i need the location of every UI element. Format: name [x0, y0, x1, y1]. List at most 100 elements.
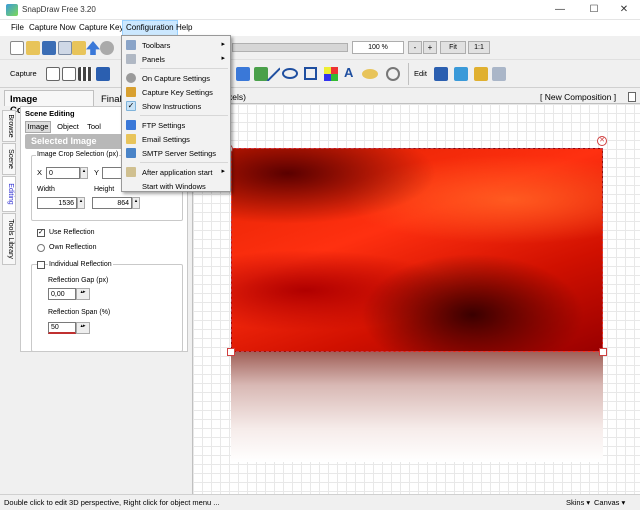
app-icon [6, 4, 18, 16]
upload-icon[interactable] [86, 41, 100, 55]
status-bar: Double click to edit 3D perspective, Rig… [0, 494, 640, 510]
line-tool-icon[interactable] [266, 67, 280, 81]
canvas-menu[interactable]: Canvas ▾ [594, 498, 625, 507]
capture-window-icon[interactable] [46, 67, 60, 81]
maximize-button[interactable]: ☐ [578, 0, 610, 20]
menu-item-toolbars-label: Toolbars [142, 41, 171, 50]
menu-file[interactable]: File [8, 20, 27, 36]
reflection-span-spinner[interactable]: ▴▸ [76, 322, 90, 334]
edit-box-icon[interactable] [454, 67, 468, 81]
tab-image[interactable]: Image [25, 121, 51, 133]
menu-item-toolbars[interactable]: Toolbars ▸ [122, 38, 230, 52]
edit-label: Edit [414, 69, 427, 78]
configuration-menu: Toolbars ▸ Panels ▸ On Capture Settings … [121, 35, 231, 192]
reflection-gap-spinner[interactable]: ▴▸ [76, 288, 90, 300]
x-spinner[interactable]: ▴ [80, 167, 88, 179]
menu-item-on-capture-settings[interactable]: On Capture Settings [122, 71, 230, 85]
lock-icon[interactable] [474, 67, 488, 81]
height-spinner[interactable]: ▴ [132, 197, 140, 209]
zoom-level[interactable]: 100 % [352, 41, 404, 54]
menu-help[interactable]: Help [173, 20, 195, 36]
text-tool-icon[interactable]: A [344, 65, 353, 80]
menu-item-capture-key-settings[interactable]: Capture Key Settings [122, 85, 230, 99]
image-reflection [231, 352, 603, 462]
close-button[interactable]: ✕ [608, 0, 640, 20]
blur-tool-icon[interactable] [386, 67, 400, 81]
menu-separator [140, 162, 228, 163]
new-document-icon[interactable] [628, 92, 636, 102]
selected-image[interactable] [231, 148, 603, 352]
crop-group-label: Image Crop Selection (px) [36, 151, 120, 158]
tab-image-composition[interactable]: Image Composition [4, 90, 94, 116]
zoom-in-button[interactable]: + [423, 41, 437, 54]
new-icon[interactable] [10, 41, 24, 55]
minimize-button[interactable]: — [544, 0, 576, 20]
use-reflection-checkbox[interactable]: ✓ [37, 229, 45, 237]
capture-area-icon[interactable] [78, 67, 92, 81]
save-icon[interactable] [42, 41, 56, 55]
individual-reflection-checkbox[interactable] [37, 261, 45, 269]
tab-editing-label: Editing [7, 183, 14, 205]
skins-menu[interactable]: Skins ▾ [566, 498, 590, 507]
canvas-header: xels) [ New Composition ] [192, 90, 640, 104]
status-text: Double click to edit 3D perspective, Rig… [4, 498, 220, 507]
reflection-gap-input[interactable] [48, 288, 76, 300]
capture-screen-icon[interactable] [96, 67, 110, 81]
edit-3d-icon[interactable] [434, 67, 448, 81]
ellipse-tool-icon[interactable] [282, 68, 298, 79]
shape-tool-icon[interactable] [254, 67, 268, 81]
panels-icon [126, 54, 136, 64]
width-input[interactable] [37, 197, 77, 209]
tab-browse[interactable]: Browse [2, 110, 16, 142]
menu-item-start-with-windows[interactable]: Start with Windows [122, 179, 230, 193]
canvas-area[interactable]: ✕ [192, 104, 640, 494]
menu-item-email-settings[interactable]: Email Settings [122, 132, 230, 146]
effects-icon[interactable] [492, 67, 506, 81]
tab-object[interactable]: Object [55, 121, 81, 133]
menu-item-smtp-server-settings[interactable]: SMTP Server Settings [122, 146, 230, 160]
reflection-span-input[interactable] [48, 322, 76, 334]
height-input[interactable] [92, 197, 132, 209]
tab-tools-library-label: Tools Library [7, 219, 14, 259]
fit-button[interactable]: Fit [440, 41, 466, 54]
menu-item-start-with-windows-label: Start with Windows [142, 182, 206, 191]
image-tool-icon[interactable] [236, 67, 250, 81]
capture-region-icon[interactable] [62, 67, 76, 81]
tab-tool[interactable]: Tool [83, 121, 105, 133]
menu-configuration[interactable]: Configuration [122, 20, 178, 36]
composition-name: [ New Composition ] [540, 92, 617, 102]
color-tool-icon[interactable] [324, 67, 338, 81]
actual-size-button[interactable]: 1:1 [468, 41, 490, 54]
delete-handle-icon[interactable]: ✕ [597, 136, 607, 146]
menu-item-show-instructions-label: Show Instructions [142, 102, 202, 111]
height-label: Height [94, 186, 115, 193]
menu-item-email-settings-label: Email Settings [142, 135, 190, 144]
disabled-icon[interactable] [100, 41, 114, 55]
width-spinner[interactable]: ▴ [77, 197, 85, 209]
menu-item-ftp-settings[interactable]: FTP Settings [122, 118, 230, 132]
zoom-slider[interactable] [232, 43, 348, 52]
rectangle-tool-icon[interactable] [304, 67, 317, 80]
tab-scene[interactable]: Scene [2, 143, 16, 175]
key-icon [126, 87, 136, 97]
menu-item-panels-label: Panels [142, 55, 165, 64]
own-reflection-radio[interactable] [37, 244, 45, 252]
folder-icon[interactable] [72, 41, 86, 55]
x-input[interactable] [46, 167, 80, 179]
vertical-tab-strip: Browse Scene Editing Tools Library [0, 110, 16, 280]
corner-handle-bottom-right[interactable] [599, 348, 607, 356]
copy-icon[interactable] [58, 41, 72, 55]
menu-item-after-application-start[interactable]: After application start ▸ [122, 165, 230, 179]
tab-editing[interactable]: Editing [2, 176, 16, 212]
zoom-out-button[interactable]: - [408, 41, 422, 54]
menu-capture-key[interactable]: Capture Key [76, 20, 126, 36]
corner-handle-bottom-left[interactable] [227, 348, 235, 356]
menu-item-show-instructions[interactable]: ✓ Show Instructions [122, 99, 230, 113]
tab-tools-library[interactable]: Tools Library [2, 213, 16, 265]
menu-item-panels[interactable]: Panels ▸ [122, 52, 230, 66]
menu-item-after-application-start-label: After application start [142, 168, 213, 177]
menu-capture-now[interactable]: Capture Now [26, 20, 79, 36]
open-folder-icon[interactable] [26, 41, 40, 55]
callout-tool-icon[interactable] [362, 69, 378, 79]
ftp-icon [126, 120, 136, 130]
